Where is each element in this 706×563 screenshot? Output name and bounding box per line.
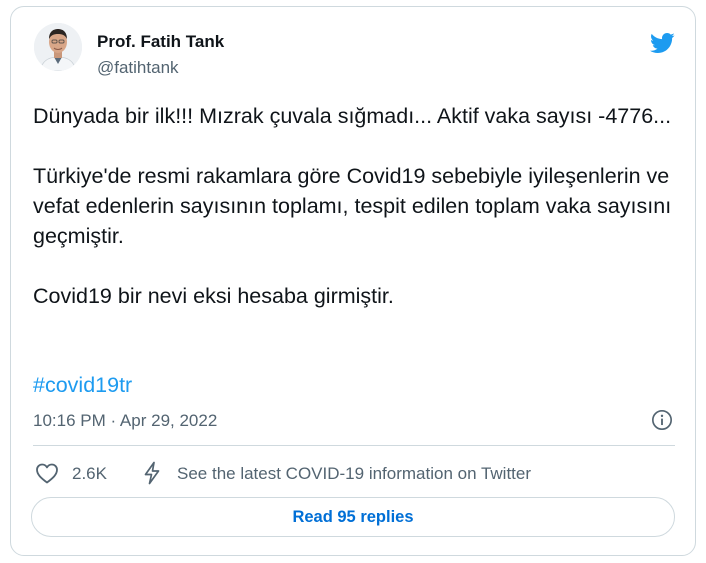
like-count[interactable]: 2.6K	[72, 464, 107, 484]
hashtag-link[interactable]: #covid19tr	[33, 370, 132, 400]
covid-info-link[interactable]: See the latest COVID-19 information on T…	[177, 464, 531, 484]
heart-icon[interactable]	[35, 462, 59, 484]
author-name[interactable]: Prof. Fatih Tank	[97, 32, 224, 52]
avatar-photo	[34, 23, 82, 71]
tweet-paragraph: Türkiye'de resmi rakamlara göre Covid19 …	[33, 164, 672, 248]
avatar[interactable]	[34, 23, 82, 71]
tweet-paragraph: Dünyada bir ilk!!! Mızrak çuvala sığmadı…	[33, 104, 672, 128]
tweet-card: Prof. Fatih Tank @fatihtank Dünyada bir …	[10, 6, 696, 556]
tweet-paragraph: Covid19 bir nevi eksi hesaba girmiştir.	[33, 284, 394, 308]
tweet-timestamp[interactable]: 10:16 PM · Apr 29, 2022	[33, 411, 217, 431]
read-replies-button[interactable]: Read 95 replies	[31, 497, 675, 537]
twitter-bird-icon[interactable]	[647, 30, 677, 56]
info-icon[interactable]	[651, 409, 673, 431]
author-handle[interactable]: @fatihtank	[97, 58, 179, 78]
tweet-text: Dünyada bir ilk!!! Mızrak çuvala sığmadı…	[33, 101, 681, 311]
lightning-bolt-icon	[144, 461, 160, 485]
divider	[33, 445, 675, 446]
